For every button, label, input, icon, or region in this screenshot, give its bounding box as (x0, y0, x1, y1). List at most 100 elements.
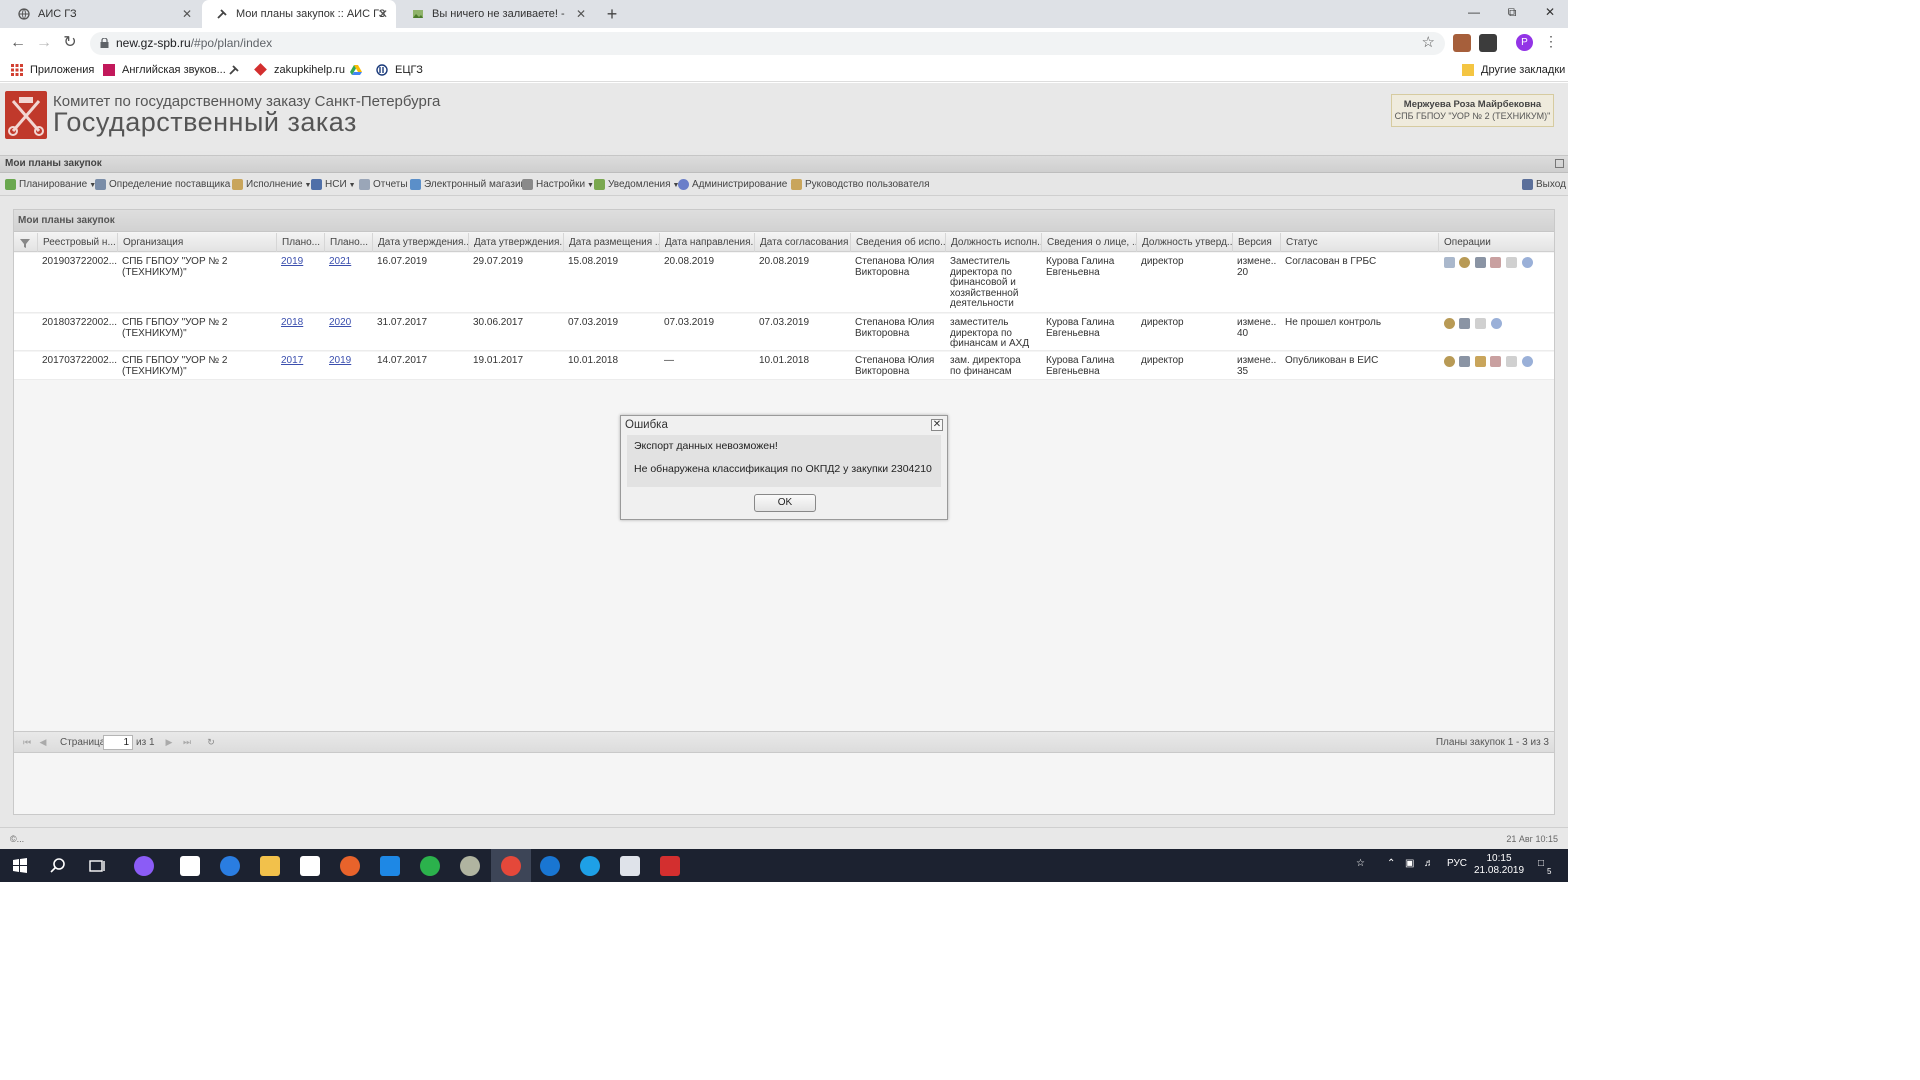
messenger-icon[interactable] (420, 856, 440, 876)
plan-year-link[interactable]: 2017 (281, 356, 303, 366)
ok-button[interactable]: OK (754, 494, 816, 512)
emblem-icon[interactable] (1444, 318, 1455, 329)
mail-icon[interactable] (180, 856, 200, 876)
browser-menu-icon[interactable]: ⋮ (1544, 33, 1558, 50)
new-tab-button[interactable]: + (602, 0, 622, 28)
info-icon[interactable] (1522, 356, 1533, 367)
first-page-icon[interactable]: ⏮ (22, 737, 32, 747)
column-header[interactable]: Дата утверждения... (468, 233, 563, 252)
column-header[interactable]: Статус (1280, 233, 1438, 252)
bookmark-star-icon[interactable]: ☆ (1422, 33, 1435, 51)
task-view-icon[interactable] (87, 856, 107, 876)
bookmark-apps[interactable]: Приложения (11, 62, 94, 78)
plan-year-link[interactable]: 2018 (281, 318, 303, 328)
plan-year-link[interactable]: 2019 (329, 356, 351, 366)
edit-icon[interactable] (1459, 318, 1470, 329)
windows-start-icon[interactable] (10, 856, 30, 876)
emblem-icon[interactable] (1444, 356, 1455, 367)
paint-icon[interactable] (460, 856, 480, 876)
app-icon[interactable] (380, 856, 400, 876)
column-header[interactable]: Операции (1438, 233, 1554, 252)
store-icon[interactable] (300, 856, 320, 876)
file-explorer-icon[interactable] (260, 856, 280, 876)
alice-assistant-icon[interactable] (134, 856, 154, 876)
close-icon[interactable]: ✕ (182, 0, 192, 28)
document-icon[interactable] (1444, 257, 1455, 268)
table-icon[interactable] (1490, 257, 1501, 268)
bookmark-eczg[interactable]: ЕЦГЗ (376, 62, 423, 78)
column-header[interactable]: Дата направления... (659, 233, 754, 252)
network-icon[interactable]: ▣ (1405, 858, 1414, 869)
next-page-icon[interactable]: ▶ (164, 737, 174, 747)
language-indicator[interactable]: РУС (1447, 858, 1467, 869)
menu-user-guide[interactable]: Руководство пользователя (791, 178, 930, 192)
internet-explorer-icon[interactable] (580, 856, 600, 876)
edit-icon[interactable] (1459, 356, 1470, 367)
browser-tab-pictu[interactable]: Вы ничего не заливаете! - Pictu ✕ (398, 0, 594, 48)
telegram-icon[interactable] (540, 856, 560, 876)
extension-icon[interactable] (1479, 34, 1497, 52)
menu-reports[interactable]: Отчеты (359, 178, 408, 192)
plan-year-link[interactable]: 2021 (329, 257, 351, 267)
column-header[interactable]: Организация (117, 233, 276, 252)
collapse-icon[interactable] (1555, 159, 1564, 168)
table-icon[interactable] (1490, 356, 1501, 367)
column-header[interactable]: Сведения об испо... (850, 233, 945, 252)
copy-icon[interactable] (1475, 318, 1486, 329)
person-icon[interactable]: ☆ (1356, 858, 1365, 869)
acrobat-icon[interactable] (660, 856, 680, 876)
column-header[interactable]: Должность утверд... (1136, 233, 1232, 252)
firefox-icon[interactable] (340, 856, 360, 876)
menu-notifications[interactable]: Уведомления ▼ (594, 178, 679, 192)
column-header[interactable]: Должность исполн... (945, 233, 1041, 252)
menu-supplier[interactable]: Определение поставщика▼ (95, 178, 239, 192)
menu-planning[interactable]: Планирование ▼ (5, 178, 96, 192)
back-arrow-icon[interactable]: ← (7, 33, 29, 53)
clock[interactable]: 10:15 21.08.2019 (1474, 853, 1524, 877)
chevron-up-icon[interactable]: ⌃ (1387, 858, 1395, 869)
bookmark-hammer[interactable] (228, 62, 247, 78)
user-info-box[interactable]: Мержуева Роза Майрбековна СПБ ГБПОУ "УОР… (1391, 94, 1554, 127)
edge-browser-icon[interactable] (220, 856, 240, 876)
browser-tab-plans[interactable]: Мои планы закупок :: АИС ГЗ ✕ (202, 0, 396, 28)
close-icon[interactable]: ✕ (378, 0, 388, 28)
info-icon[interactable] (1491, 318, 1502, 329)
dialog-close-icon[interactable]: ✕ (931, 419, 943, 431)
browser-tab-ais[interactable]: АИС ГЗ ✕ (4, 0, 200, 28)
table-row[interactable]: 201803722002... СПБ ГБПОУ "УОР № 2 (ТЕХН… (14, 314, 1554, 351)
copy-icon[interactable] (1506, 257, 1517, 268)
menu-execution[interactable]: Исполнение ▼ (232, 178, 311, 192)
column-header[interactable]: Плано... (324, 233, 372, 252)
page-input[interactable]: 1 (103, 735, 133, 750)
profile-avatar[interactable]: P (1516, 34, 1533, 51)
exit-button[interactable]: Выход (1522, 178, 1566, 192)
column-header[interactable]: Сведения о лице, ... (1041, 233, 1136, 252)
bookmark-drive[interactable] (350, 62, 369, 78)
close-window-icon[interactable]: ✕ (1534, 0, 1566, 28)
column-header[interactable]: Плано... (276, 233, 324, 252)
chrome-icon[interactable] (501, 856, 521, 876)
plan-year-link[interactable]: 2019 (281, 257, 303, 267)
column-header[interactable]: Дата согласования (754, 233, 850, 252)
bookmark-other[interactable]: Другие закладки (1462, 62, 1565, 78)
column-header[interactable]: Дата размещения ... (563, 233, 659, 252)
filter-icon[interactable] (14, 233, 37, 252)
edit-icon[interactable] (1475, 257, 1486, 268)
publish-icon[interactable] (1475, 356, 1486, 367)
url-field[interactable]: new.gz-spb.ru/#po/plan/index ☆ (90, 32, 1445, 55)
forward-arrow-icon[interactable]: → (33, 33, 55, 53)
column-header[interactable]: Реестровый н... (37, 233, 117, 252)
menu-administration[interactable]: Администрирование▼ (678, 178, 796, 192)
copy-icon[interactable] (1506, 356, 1517, 367)
reload-icon[interactable]: ↻ (59, 33, 81, 53)
restore-icon[interactable]: ⧉ (1496, 0, 1528, 28)
table-row[interactable]: 201903722002... СПБ ГБПОУ "УОР № 2 (ТЕХН… (14, 253, 1554, 313)
bookmark-english[interactable]: Английская звуков... (103, 62, 226, 78)
volume-icon[interactable]: ♬ (1424, 858, 1434, 869)
notification-center-icon[interactable]: □ (1538, 858, 1544, 869)
last-page-icon[interactable]: ⏭ (182, 737, 192, 747)
bookmark-zakupkihelp[interactable]: zakupkihelp.ru (254, 62, 345, 78)
column-header[interactable]: Версия (1232, 233, 1280, 252)
plan-year-link[interactable]: 2020 (329, 318, 351, 328)
column-header[interactable]: Дата утверждения... (372, 233, 468, 252)
